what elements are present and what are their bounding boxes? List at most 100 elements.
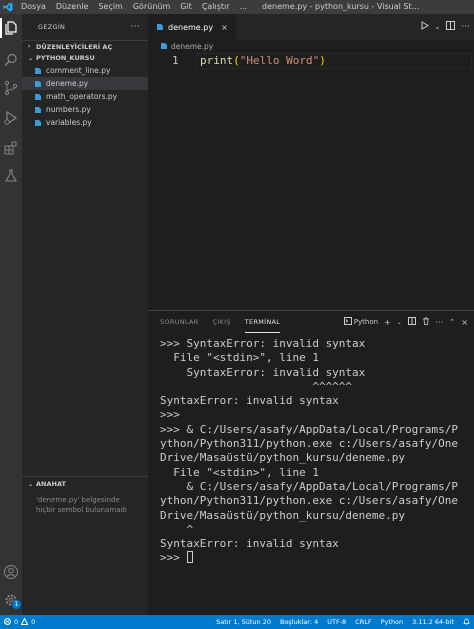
menu-edit[interactable]: Düzenle <box>51 0 94 14</box>
menu-go[interactable]: Git <box>175 0 197 14</box>
tab-problems[interactable]: SORUNLAR <box>160 311 199 333</box>
python-file-icon <box>34 119 42 127</box>
chevron-down-icon[interactable]: ⌄ <box>397 319 402 326</box>
terminal-prompt: >>> <box>160 551 187 565</box>
python-file-icon <box>34 80 42 88</box>
warning-icon <box>20 616 29 627</box>
warning-count: 0 <box>31 618 36 626</box>
terminal-line: >>> <box>160 408 180 422</box>
terminal-line: SyntaxError: invalid syntax <box>160 365 366 379</box>
testing-icon[interactable] <box>3 168 19 184</box>
extensions-icon[interactable] <box>3 140 19 156</box>
menu-bar: Dosya Düzenle Seçim Görünüm Git Çalıştır… <box>16 0 252 14</box>
terminal-line: Drive/Masaüstü/python_kursu/deneme.py <box>160 451 406 465</box>
account-icon[interactable] <box>3 564 19 580</box>
sidebar-more-button[interactable]: ··· <box>131 22 140 32</box>
folder-section[interactable]: ⌄ PYTHON_KURSU <box>22 52 148 64</box>
status-spaces[interactable]: Boşluklar: 4 <box>280 618 318 626</box>
file-label: math_operators.py <box>46 92 118 101</box>
file-label: numbers.py <box>46 105 91 114</box>
menu-run[interactable]: Çalıştır <box>197 0 235 14</box>
code-function: print <box>200 54 234 67</box>
chevron-down-icon[interactable]: ⌄ <box>435 23 441 31</box>
outline-header[interactable]: ⌄ ANAHAT <box>22 477 148 491</box>
more-actions-icon[interactable]: ··· <box>461 22 470 32</box>
chevron-right-icon: › <box>28 43 31 50</box>
error-icon <box>4 617 11 627</box>
python-file-icon <box>34 67 42 75</box>
run-debug-icon[interactable] <box>3 110 19 126</box>
status-interpreter[interactable]: 3.11.2 64-bit <box>412 618 454 626</box>
tab-label: deneme.py <box>168 22 214 32</box>
code-paren-open: ( <box>233 54 240 67</box>
terminal-line: File "<stdin>", line 1 <box>160 351 319 365</box>
split-editor-icon[interactable] <box>446 21 456 33</box>
file-label: variables.py <box>46 118 92 127</box>
terminal-line: >>> & C:/Users/asafy/AppData/Local/Progr… <box>160 422 459 436</box>
status-eol[interactable]: CRLF <box>355 618 371 626</box>
settings-badge: 1 <box>12 600 21 609</box>
status-bar: 0 0 Satır 1, Sütun 20 Boşluklar: 4 UTF-8… <box>0 615 474 629</box>
vscode-logo-icon <box>0 0 16 14</box>
title-bar: Dosya Düzenle Seçim Görünüm Git Çalıştır… <box>0 0 474 14</box>
terminal-line: Drive/Masaüstü/python_kursu/deneme.py <box>160 508 406 522</box>
bottom-panel: SORUNLAR ÇIKIŞ TERMİNAL Python + ⌄ ··· ⌃… <box>148 310 474 615</box>
code-editor[interactable]: 1 print("Hello Word") <box>148 52 474 310</box>
run-file-icon[interactable] <box>420 21 429 33</box>
window-title: deneme.py - python_kursu - Visual St... <box>262 2 420 11</box>
menu-selection[interactable]: Seçim <box>93 0 127 14</box>
outline-message: 'deneme.py' belgesinde hiçbir sembol bul… <box>36 496 127 514</box>
terminal-output[interactable]: >>> SyntaxError: invalid syntax File "<s… <box>160 337 472 566</box>
terminal-line: >>> SyntaxError: invalid syntax <box>160 337 366 350</box>
terminal-icon <box>343 317 352 327</box>
file-item[interactable]: deneme.py <box>22 77 148 90</box>
terminal-shell-selector[interactable]: Python <box>343 317 378 327</box>
python-file-icon <box>34 93 42 101</box>
code-string: "Hello Word" <box>239 54 320 67</box>
file-item[interactable]: math_operators.py <box>22 90 148 103</box>
status-problems[interactable]: 0 0 <box>4 615 35 629</box>
chevron-down-icon: ⌄ <box>28 54 34 62</box>
status-position[interactable]: Satır 1, Sütun 20 <box>216 618 271 626</box>
settings-icon[interactable]: 1 <box>3 592 21 609</box>
menu-view[interactable]: Görünüm <box>128 0 175 14</box>
tab-terminal[interactable]: TERMİNAL <box>244 311 281 333</box>
terminal-prompt-line[interactable]: >>> <box>160 551 472 565</box>
code-line[interactable]: print("Hello Word") <box>200 54 326 67</box>
breadcrumb-file[interactable]: deneme.py <box>171 42 213 51</box>
terminal-line: File "<stdin>", line 1 <box>160 465 319 479</box>
outline-section: ⌄ ANAHAT 'deneme.py' belgesinde hiçbir s… <box>22 476 148 596</box>
new-terminal-icon[interactable]: + <box>384 318 391 327</box>
file-item[interactable]: numbers.py <box>22 103 148 116</box>
file-list: comment_line.py deneme.py math_operators.p… <box>22 64 148 129</box>
tab-deneme[interactable]: deneme.py × <box>148 14 236 40</box>
open-editors-section[interactable]: › DÜZENLEYİCİLERİ AÇ <box>22 40 148 52</box>
python-file-icon <box>34 106 42 114</box>
terminal-line: ython/Python311/python.exe c:/Users/asaf… <box>160 494 459 508</box>
menu-more[interactable]: ... <box>235 0 253 14</box>
activity-bar: 1 <box>0 14 22 615</box>
trash-icon[interactable] <box>422 317 430 327</box>
menu-file[interactable]: Dosya <box>16 0 51 14</box>
file-label: deneme.py <box>46 79 89 88</box>
search-icon[interactable] <box>3 52 19 68</box>
panel-actions: Python + ⌄ ··· ⌃ × <box>343 311 468 333</box>
status-encoding[interactable]: UTF-8 <box>327 618 346 626</box>
status-language[interactable]: Python <box>381 618 404 626</box>
notification-bell-icon[interactable] <box>463 618 470 627</box>
code-paren-close: ) <box>319 54 326 67</box>
file-item[interactable]: variables.py <box>22 116 148 129</box>
file-item[interactable]: comment_line.py <box>22 64 148 77</box>
line-number: 1 <box>172 54 179 67</box>
files-icon[interactable] <box>3 20 19 36</box>
close-icon[interactable]: × <box>461 318 468 327</box>
split-terminal-icon[interactable] <box>407 317 416 327</box>
active-indicator <box>0 18 2 38</box>
status-right: Satır 1, Sütun 20 Boşluklar: 4 UTF-8 CRL… <box>216 615 470 629</box>
chevron-up-icon[interactable]: ⌃ <box>449 318 455 326</box>
close-icon[interactable]: × <box>221 23 228 32</box>
tab-output[interactable]: ÇIKIŞ <box>213 311 231 333</box>
more-actions-icon[interactable]: ··· <box>436 318 444 327</box>
source-control-icon[interactable] <box>3 80 19 96</box>
folder-label: PYTHON_KURSU <box>36 54 95 62</box>
